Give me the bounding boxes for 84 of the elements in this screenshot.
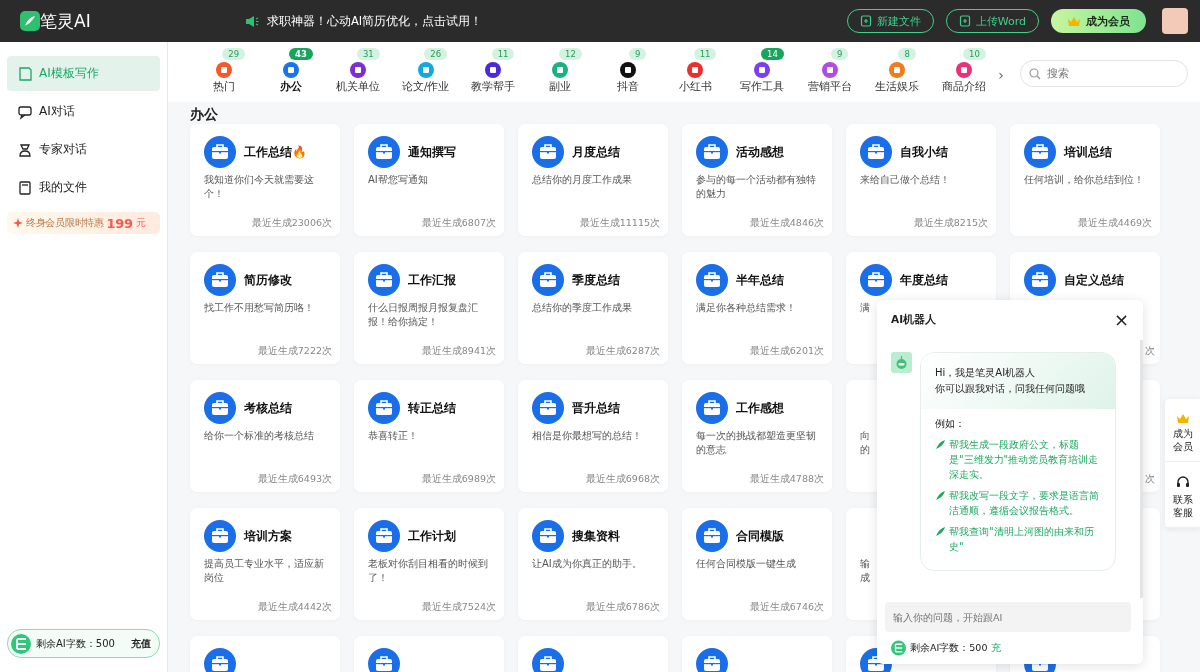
count-badge: 10 <box>963 48 986 60</box>
card-description: 向的 <box>860 429 870 457</box>
count-badge: 26 <box>424 48 448 60</box>
usage-count: 最近生成6989次 <box>421 473 496 486</box>
card-title: 考核总结 <box>244 399 292 417</box>
greeting-text: 你可以跟我对话，问我任何问题哦 <box>935 382 1086 396</box>
card-description: 满 <box>860 301 870 315</box>
examples-label: 例如： <box>935 417 966 431</box>
card-title: 通知撰写 <box>408 143 456 161</box>
usage-count: 最近生成6968次 <box>585 473 660 486</box>
card-title: 搜集资料 <box>572 527 620 545</box>
usage-count: 最近生成8941次 <box>421 345 496 358</box>
card-description: 任何培训，给你总结到位！ <box>1024 173 1145 187</box>
card-title: 合同模版 <box>736 527 784 545</box>
card-description: 满足你各种总结需求！ <box>696 301 797 315</box>
count-badge: 31 <box>356 48 380 60</box>
card-description: 我知道你们今天就需要这个！ <box>204 173 315 201</box>
card-description: 让AI成为你真正的助手。 <box>532 557 643 571</box>
usage-count: 最近生成6493次 <box>257 473 332 486</box>
count-badge: 9 <box>831 48 849 60</box>
quota-text: 剩余AI字数：500 <box>36 636 115 651</box>
count-badge: 14 <box>761 48 784 60</box>
count-badge: 29 <box>222 48 246 60</box>
usage-count: 次 <box>1145 473 1155 486</box>
usage-count: 最近生成6807次 <box>421 217 496 230</box>
usage-count: 最近生成4469次 <box>1077 217 1152 230</box>
usage-count: 最近生成11115次 <box>579 217 660 230</box>
count-badge: 12 <box>558 48 582 60</box>
card-description: 恭喜转正！ <box>368 429 419 443</box>
quota-text: 剩余AI字数：500 <box>910 641 988 655</box>
usage-count: 最近生成4442次 <box>257 601 332 614</box>
card-title: 工作计划 <box>408 527 456 545</box>
usage-count: 最近生成6201次 <box>749 345 824 358</box>
usage-count: 最近生成6287次 <box>585 345 660 358</box>
card-description: 来给自己做个总结！ <box>860 173 951 187</box>
usage-count: 最近生成7524次 <box>421 601 496 614</box>
card-description: 任何合同模版一键生成 <box>696 557 797 571</box>
chat-title: AI机器人 <box>891 313 937 327</box>
card-title: 培训总结 <box>1064 143 1112 161</box>
card-title: 培训方案 <box>244 527 292 545</box>
card-title: 工作总结🔥 <box>244 143 307 161</box>
count-badge: 8 <box>898 48 916 60</box>
card-description: 每一次的挑战都塑造更坚韧的意志 <box>696 429 817 457</box>
card-description: 找工作不用愁写简历咯！ <box>204 301 315 315</box>
card-title: 年度总结 <box>900 271 948 289</box>
count-badge: 11 <box>693 48 717 60</box>
card-title: 工作感想 <box>736 399 784 417</box>
card-description: 总结你的月度工作成果 <box>532 173 633 187</box>
card-title: 转正总结 <box>408 399 456 417</box>
card-description: 相信是你最想写的总结！ <box>532 429 643 443</box>
card-description: 总结你的季度工作成果 <box>532 301 633 315</box>
usage-count: 最近生成8215次 <box>913 217 988 230</box>
card-title: 晋升总结 <box>572 399 620 417</box>
card-description: 什么日报周报月报复盘汇报！给你搞定！ <box>368 301 479 329</box>
card-title: 自我小结 <box>900 143 948 161</box>
card-title: 季度总结 <box>572 271 620 289</box>
count-badge: 11 <box>491 48 515 60</box>
usage-count: 最近生成6746次 <box>749 601 824 614</box>
card-description: 输成 <box>860 557 870 585</box>
card-title: 活动感想 <box>736 143 784 161</box>
card-description: 参与的每一个活动都有独特的魅力 <box>696 173 817 201</box>
card-description: AI帮您写通知 <box>368 173 429 187</box>
usage-count: 最近生成7222次 <box>257 345 332 358</box>
count-badge: 9 <box>629 48 647 60</box>
logo-text: 笔灵AI <box>40 9 91 33</box>
usage-count: 最近生成4788次 <box>749 473 824 486</box>
card-title: 自定义总结 <box>1064 271 1124 289</box>
usage-count: 次 <box>1145 345 1155 358</box>
card-description: 提高员工专业水平，适应新岗位 <box>204 557 325 585</box>
count-badge: 43 <box>289 48 313 60</box>
greeting-text: Hi，我是笔灵AI机器人 <box>935 366 1037 380</box>
usage-count: 最近生成4846次 <box>749 217 824 230</box>
card-title: 简历修改 <box>244 271 292 289</box>
price-unit: 元 <box>135 216 146 230</box>
promo-text: 终身会员限时特惠 <box>26 216 104 230</box>
card-title: 月度总结 <box>572 143 620 161</box>
usage-count: 最近生成23006次 <box>251 217 332 230</box>
card-description: 给你一个标准的考核总结 <box>204 429 315 443</box>
usage-count: 最近生成6786次 <box>585 601 660 614</box>
section-title: 办公 <box>189 105 219 124</box>
promo-price: 199 <box>106 215 133 231</box>
card-title: 工作汇报 <box>408 271 456 289</box>
card-title: 半年总结 <box>736 271 784 289</box>
card-description: 老板对你刮目相看的时候到了！ <box>368 557 489 585</box>
